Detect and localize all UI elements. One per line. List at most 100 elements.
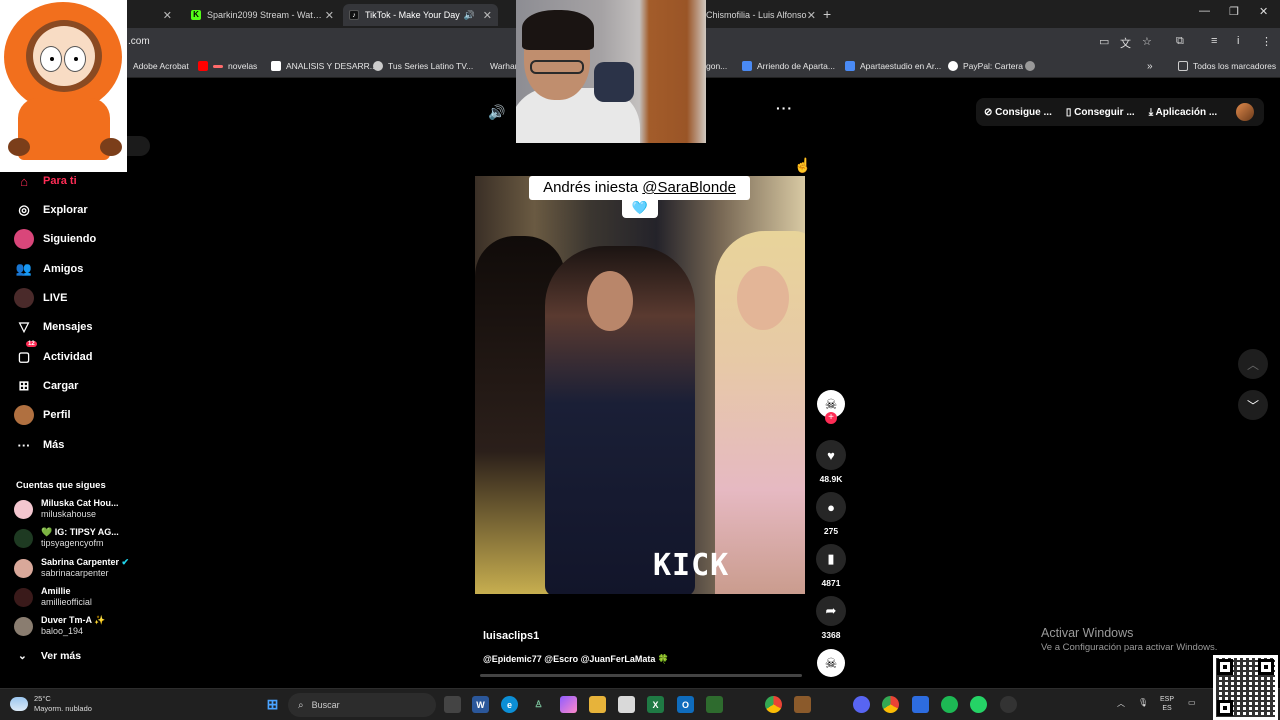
following-account[interactable]: Miluska Cat Hou... miluskahouse (14, 498, 119, 520)
comment-button[interactable]: ● 275 (815, 492, 847, 536)
see-more-button[interactable]: ⌄ Ver más (18, 650, 81, 662)
close-tab-icon[interactable]: ✕ (483, 9, 492, 22)
app-icon[interactable]: ♙ (530, 696, 547, 713)
more-options-icon[interactable]: ··· (776, 100, 793, 116)
get-app-button[interactable]: ▯ Conseguir ... (1066, 107, 1135, 118)
bookmark-item[interactable]: Arriendo de Aparta... (742, 61, 835, 71)
windows-start-icon[interactable]: ⊞ (264, 696, 281, 713)
menu-icon[interactable]: ⋮ (1261, 35, 1272, 48)
share-button[interactable]: ➦ 3368 (815, 596, 847, 640)
app-icon[interactable] (912, 696, 929, 713)
new-tab-icon[interactable]: + (823, 6, 831, 22)
nav-mensajes[interactable]: ▽ Mensajes (14, 317, 93, 337)
microphone-icon[interactable]: 🎙 (1138, 698, 1148, 707)
friends-icon: 👥 (15, 261, 33, 276)
bookmark-item[interactable] (1025, 61, 1040, 71)
language-indicator[interactable]: ESP ES (1160, 695, 1174, 713)
following-account[interactable]: Duver Tm-A ✨ baloo_194 (14, 615, 105, 637)
like-button[interactable]: ♥ 48.9K (815, 440, 847, 484)
chevron-up-icon[interactable]: ︿ (1117, 698, 1125, 709)
edge-icon[interactable]: e (501, 696, 518, 713)
get-coins-button[interactable]: ⊘ Consigue ... (984, 107, 1052, 118)
nav-amigos[interactable]: 👥 Amigos (14, 259, 83, 279)
nav-perfil[interactable]: Perfil (14, 405, 71, 425)
folder-icon (1178, 61, 1188, 71)
restore-icon[interactable]: ❐ (1229, 5, 1239, 18)
tab-tiktok[interactable]: ♪ TikTok - Make Your Day 🔊 ✕ (343, 4, 498, 26)
minimize-icon[interactable]: — (1199, 5, 1210, 17)
discord-icon[interactable] (853, 696, 870, 713)
copilot-icon[interactable] (560, 696, 577, 713)
network-icon[interactable]: ▭ (1188, 698, 1196, 707)
minecraft-dungeons-icon[interactable] (794, 696, 811, 713)
taskbar-search[interactable]: ⌕ Buscar (288, 693, 436, 717)
task-view-icon[interactable] (444, 696, 461, 713)
bookmark-item[interactable]: novelas (198, 61, 257, 71)
url-field[interactable]: .com (128, 36, 150, 47)
chrome-icon[interactable] (882, 696, 899, 713)
download-app-button[interactable]: ⤓ Aplicación ... (1149, 107, 1218, 118)
user-avatar[interactable] (1236, 103, 1254, 121)
follow-plus-icon[interactable]: + (825, 412, 837, 424)
spotify-icon[interactable] (941, 696, 958, 713)
following-account[interactable]: Sabrina Carpenter ✔ sabrinacarpenter (14, 557, 129, 579)
speaker-tab-icon[interactable]: 🔊 (464, 10, 475, 21)
minecraft-icon[interactable] (706, 696, 723, 713)
tab-partial[interactable]: ✕ (128, 4, 178, 26)
nav-cargar[interactable]: ⊞ Cargar (14, 376, 79, 396)
tab-chismofilia[interactable]: Chismofilia - Luis Alfonso ✕ (700, 4, 822, 26)
whatsapp-icon[interactable] (970, 696, 987, 713)
following-account[interactable]: Amillie amillieofficial (14, 586, 92, 608)
word-icon[interactable]: W (472, 696, 489, 713)
all-bookmarks[interactable]: Todos los marcadores (1178, 61, 1276, 71)
volume-icon[interactable]: 🔊 (488, 104, 505, 121)
nav-explorar[interactable]: ◎ Explorar (14, 200, 87, 220)
extensions-icon[interactable]: ⧉ (1176, 35, 1184, 48)
video-username[interactable]: luisaclips1 (483, 630, 539, 642)
notepad-icon[interactable] (618, 696, 635, 713)
messages-icon: ▽ (19, 319, 29, 334)
header-actions: ⊘ Consigue ... ▯ Conseguir ... ⤓ Aplicac… (976, 98, 1264, 126)
following-account[interactable]: 💚 IG: TIPSY AG... tipsyagencyofm (14, 527, 119, 549)
close-tab-icon[interactable]: ✕ (325, 9, 334, 22)
nav-live[interactable]: LIVE (14, 288, 67, 308)
weather-widget[interactable]: 25°C Mayorm. nublado (10, 694, 92, 714)
sound-disc-button[interactable]: ☠ (815, 649, 847, 677)
nav-siguiendo[interactable]: Siguiendo (14, 229, 96, 249)
bookmark-star-icon[interactable]: ☆ (1142, 35, 1152, 48)
excel-icon[interactable]: X (647, 696, 664, 713)
profile-icon[interactable]: i (1237, 35, 1239, 47)
reading-list-icon[interactable]: ≡ (1211, 35, 1217, 47)
bookmark-item[interactable]: Adobe Acrobat (133, 61, 189, 71)
chevron-down-icon: ⌄ (18, 650, 27, 662)
nav-actividad[interactable]: ▢ 12 Actividad (14, 341, 93, 367)
nav-para-ti[interactable]: ⌂ Para ti (14, 171, 77, 191)
chevron-up-icon[interactable]: ︿ (1238, 349, 1268, 379)
video-progress-bar[interactable] (480, 674, 802, 677)
obs-icon[interactable] (1000, 696, 1017, 713)
close-tab-icon[interactable]: ✕ (163, 9, 172, 22)
folder-icon[interactable] (589, 696, 606, 713)
chevron-down-icon[interactable]: ﹀ (1238, 390, 1268, 420)
video-figure (587, 271, 633, 331)
close-tab-icon[interactable]: ✕ (807, 9, 816, 22)
creator-avatar-button[interactable]: ☠ + (815, 390, 847, 424)
tab-title: Sparkin2099 Stream - Watch Li... (207, 10, 325, 20)
cast-icon[interactable]: ▭ (1099, 35, 1109, 48)
chrome-icon[interactable] (765, 696, 782, 713)
video-player[interactable]: KICK (475, 176, 805, 594)
translate-icon[interactable]: 文 (1120, 35, 1131, 51)
bookmark-item[interactable]: Apartaestudio en Ar... (845, 61, 941, 71)
video-caption: Andrés iniesta @SaraBlonde (529, 176, 750, 200)
tab-sparkin[interactable]: K Sparkin2099 Stream - Watch Li... ✕ (185, 4, 340, 26)
bookmark-item[interactable]: Tus Series Latino TV... (373, 61, 473, 71)
bookmark-item[interactable]: Warhar (490, 61, 518, 71)
save-button[interactable]: ▮ 4871 (815, 544, 847, 588)
outlook-icon[interactable]: O (677, 696, 694, 713)
nav-mas[interactable]: ··· Más (14, 435, 65, 455)
bookmark-item[interactable]: ANALISIS Y DESARR... (271, 61, 377, 71)
more-bookmarks-icon[interactable]: » (1147, 61, 1153, 72)
bookmark-item[interactable]: gon... (706, 61, 727, 71)
bookmark-item[interactable]: PayPal: Cartera (948, 61, 1023, 71)
close-window-icon[interactable]: ✕ (1259, 5, 1268, 18)
